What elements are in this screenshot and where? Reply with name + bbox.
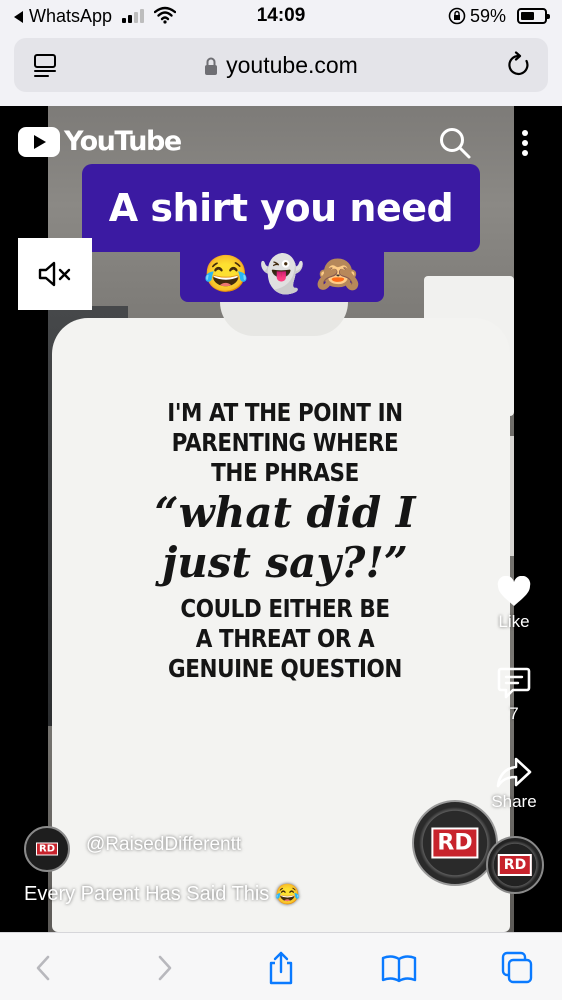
tabs-icon[interactable] bbox=[499, 951, 535, 985]
chevron-left-icon[interactable] bbox=[26, 951, 62, 985]
like-button[interactable]: Like bbox=[474, 576, 554, 632]
shirt-line: THE PHRASE bbox=[211, 458, 359, 487]
ghost-emoji: 👻 bbox=[259, 253, 305, 294]
address-bar[interactable]: youtube.com bbox=[14, 38, 548, 92]
heart-icon bbox=[497, 576, 531, 606]
shirt-line: A THREAT OR A bbox=[195, 624, 375, 653]
reload-icon[interactable] bbox=[506, 51, 532, 79]
channel-avatar[interactable]: RD bbox=[24, 826, 70, 872]
shirt-line: GENUINE QUESTION bbox=[168, 654, 402, 683]
youtube-play-icon bbox=[18, 126, 60, 157]
share-icon[interactable] bbox=[263, 951, 299, 985]
share-arrow-icon bbox=[496, 757, 532, 788]
shirt-script-line: “what did I bbox=[154, 488, 416, 537]
shirt-line: PARENTING WHERE bbox=[171, 428, 399, 457]
search-icon[interactable] bbox=[438, 126, 472, 160]
raised-different-watermark-small: RD bbox=[486, 836, 544, 894]
video-player[interactable]: I'M AT THE POINT IN PARENTING WHERE THE … bbox=[0, 106, 562, 932]
book-icon[interactable] bbox=[381, 951, 417, 985]
status-bar: WhatsApp 14:09 59% bbox=[0, 0, 562, 34]
orientation-lock-icon bbox=[448, 7, 466, 25]
chevron-right-icon[interactable] bbox=[146, 951, 182, 985]
caption-emoji-strip: 😂 👻 🙈 bbox=[180, 246, 384, 302]
laughing-emoji: 😂 bbox=[203, 253, 249, 294]
comments-count: 7 bbox=[509, 704, 519, 723]
share-label: Share bbox=[491, 792, 537, 811]
browser-address-area: youtube.com bbox=[0, 34, 562, 106]
share-button[interactable]: Share bbox=[474, 756, 554, 812]
channel-handle[interactable]: @RaisedDifferentt bbox=[86, 834, 241, 856]
battery-level bbox=[521, 12, 534, 20]
mute-icon bbox=[38, 261, 71, 287]
tshirt-collar bbox=[220, 302, 348, 336]
browser-toolbar bbox=[0, 932, 562, 1000]
video-title-text: Every Parent Has Said This bbox=[24, 883, 270, 905]
unmute-button[interactable] bbox=[18, 238, 92, 310]
tshirt-print: I'M AT THE POINT IN PARENTING WHERE THE … bbox=[140, 398, 430, 684]
shirt-line: COULD EITHER BE bbox=[180, 594, 390, 623]
url-text[interactable]: youtube.com bbox=[226, 52, 358, 79]
laughing-emoji: 😂 bbox=[275, 884, 301, 906]
shirt-script-line: just say?!” bbox=[162, 538, 408, 587]
youtube-logo[interactable]: YouTube bbox=[18, 126, 182, 157]
caption-banner: A shirt you need bbox=[82, 164, 480, 252]
youtube-logo-text: YouTube bbox=[64, 126, 182, 157]
raised-different-watermark: RD bbox=[412, 800, 498, 886]
watermark-rd-text: RD bbox=[431, 827, 479, 859]
watermark-rd-text-small: RD bbox=[497, 854, 533, 876]
comment-icon bbox=[497, 667, 531, 699]
more-vertical-icon[interactable] bbox=[516, 128, 534, 158]
comments-button[interactable]: 7 bbox=[474, 666, 554, 724]
caption-banner-text: A shirt you need bbox=[108, 186, 454, 230]
see-no-evil-monkey-emoji: 🙈 bbox=[315, 253, 361, 294]
battery-percent: 59% bbox=[470, 6, 507, 26]
like-label: Like bbox=[498, 612, 530, 631]
video-title: Every Parent Has Said This 😂 bbox=[24, 882, 300, 907]
shirt-line: I'M AT THE POINT IN bbox=[167, 398, 403, 427]
lock-icon bbox=[205, 57, 218, 75]
battery-icon bbox=[517, 8, 550, 24]
avatar-rd-text: RD bbox=[35, 842, 59, 856]
